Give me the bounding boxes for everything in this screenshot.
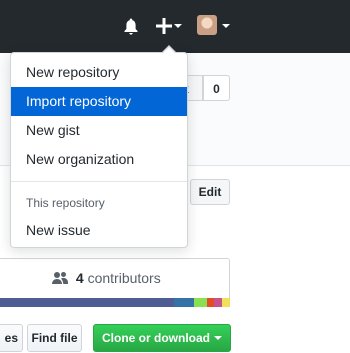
- menu-section-header: This repository: [26, 196, 105, 210]
- chevron-down-icon[interactable]: [174, 24, 182, 28]
- menu-item-new-repository[interactable]: New repository: [11, 58, 187, 87]
- menu-item-import-repository[interactable]: Import repository: [11, 87, 187, 116]
- contributors-count: 4: [75, 270, 84, 286]
- contributors-link[interactable]: 4 contributors: [52, 270, 161, 286]
- people-icon: [52, 272, 68, 284]
- edit-button[interactable]: Edit: [190, 179, 230, 205]
- create-new-dropdown: New repository Import repository New gis…: [10, 45, 188, 248]
- branches-button[interactable]: es: [0, 324, 23, 352]
- bell-icon[interactable]: [123, 17, 139, 35]
- language-segment[interactable]: [194, 298, 207, 307]
- contributors-label: contributors: [87, 270, 161, 286]
- language-segment[interactable]: [174, 298, 194, 307]
- avatar[interactable]: [197, 15, 217, 35]
- menu-item-new-gist[interactable]: New gist: [11, 116, 187, 145]
- language-segment[interactable]: [0, 298, 174, 307]
- chevron-down-icon[interactable]: [222, 24, 230, 28]
- language-segment[interactable]: [222, 298, 230, 307]
- menu-item-new-organization[interactable]: New organization: [11, 145, 187, 174]
- menu-item-new-issue[interactable]: New issue: [11, 216, 187, 245]
- find-file-button[interactable]: Find file: [27, 324, 82, 352]
- fork-count[interactable]: 0: [203, 75, 230, 101]
- language-segment[interactable]: [207, 298, 214, 307]
- menu-divider: [11, 181, 187, 182]
- chevron-down-icon: [214, 336, 222, 340]
- language-segment[interactable]: [214, 298, 222, 307]
- language-bar[interactable]: [0, 298, 230, 307]
- clone-download-label: Clone or download: [102, 331, 210, 345]
- clone-download-button[interactable]: Clone or download: [93, 324, 231, 352]
- plus-icon[interactable]: [155, 17, 173, 35]
